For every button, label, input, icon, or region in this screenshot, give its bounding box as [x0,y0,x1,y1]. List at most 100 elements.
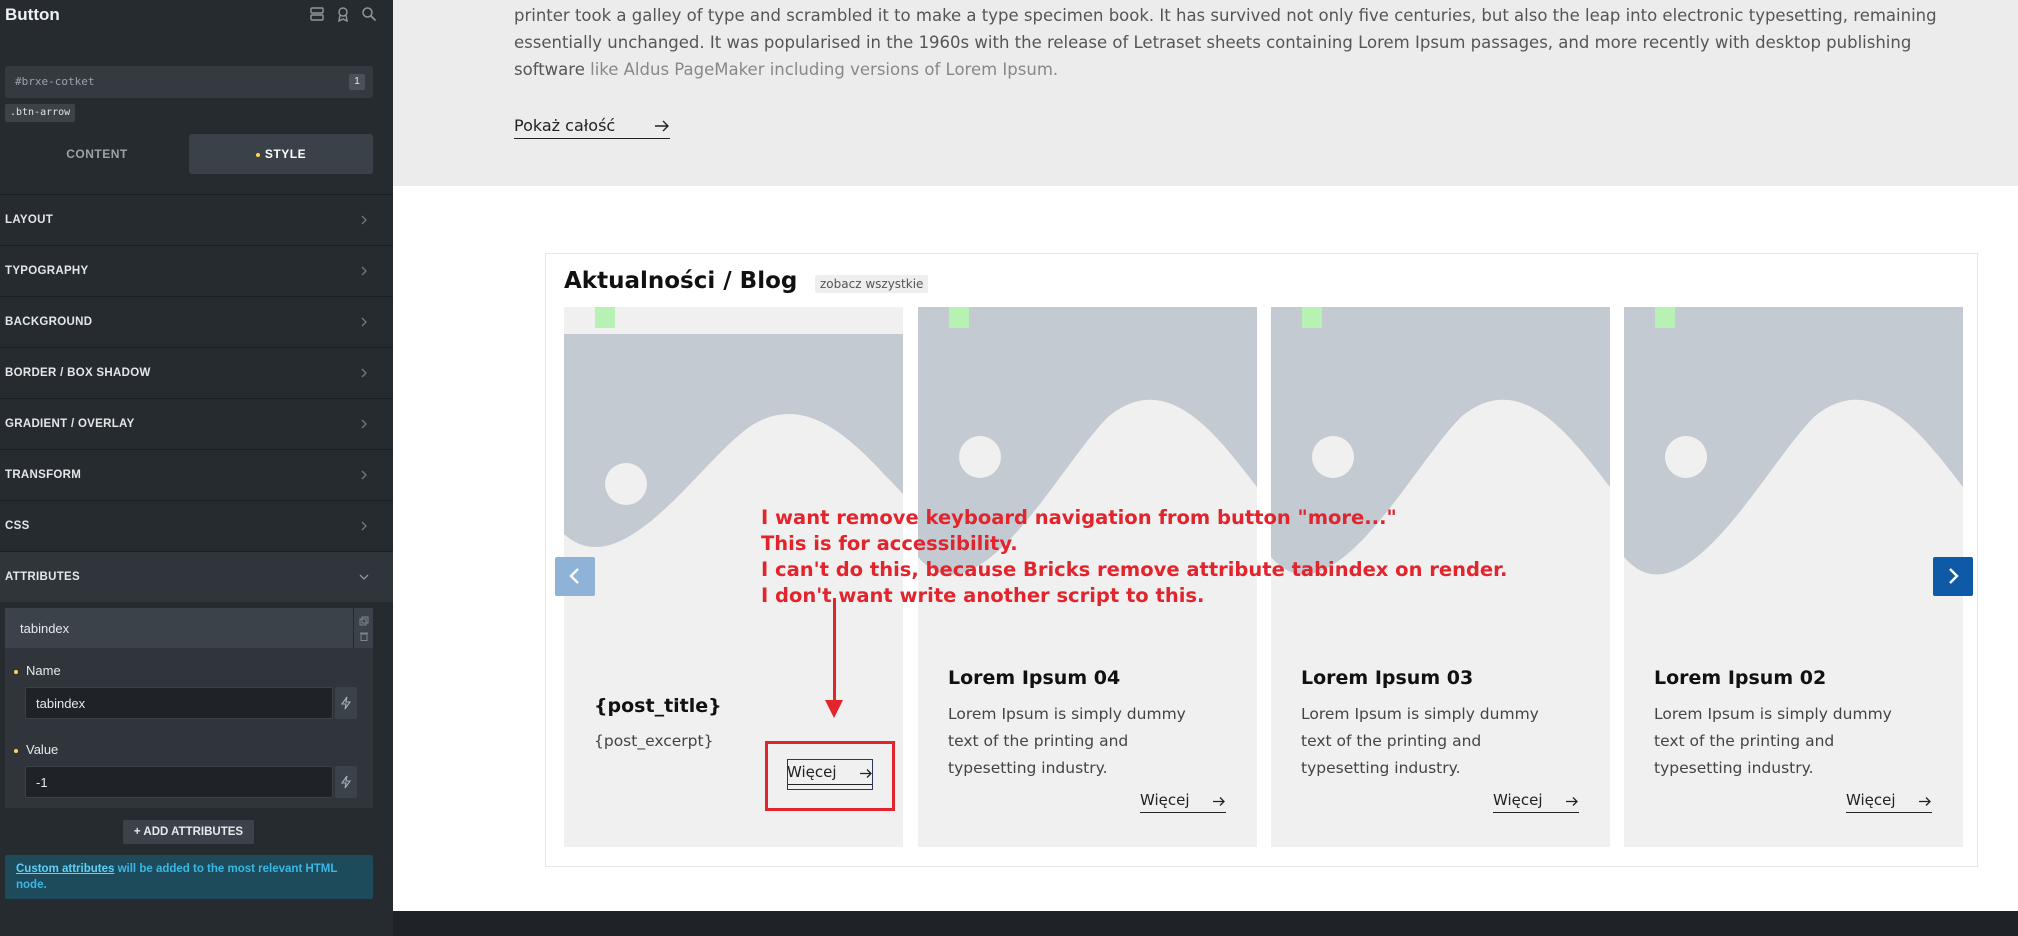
section-attributes[interactable]: ATTRIBUTES [0,551,393,602]
section-background[interactable]: BACKGROUND [0,296,393,347]
card-title: Lorem Ipsum 04 [948,667,1121,689]
annotation-text: I want remove keyboard navigation from b… [761,505,1507,609]
dynamic-data-icon [340,775,352,789]
css-selector-field[interactable]: #brxe-cotket 1 [5,66,373,98]
chevron-right-icon [1949,568,1959,584]
chevron-down-icon [359,574,369,580]
attribute-header-label: tabindex [20,621,70,636]
section-layout[interactable]: LAYOUT [0,194,393,245]
arrow-right-icon [1566,797,1578,806]
layers-icon[interactable] [309,6,325,22]
card-title: {post_title} [594,695,722,717]
name-label-text: Name [26,663,61,678]
annotation-line: This is for accessibility. [761,532,1018,555]
section-label: TYPOGRAPHY [5,265,89,277]
plus-icon: + [133,826,144,838]
search-icon[interactable] [361,6,377,22]
tab-content[interactable]: CONTENT [5,134,189,174]
value-label-text: Value [26,742,59,757]
annotation-arrow-line [833,598,836,706]
section-border-box-shadow[interactable]: BORDER / BOX SHADOW [0,347,393,398]
card-title: Lorem Ipsum 02 [1654,667,1827,689]
custom-attributes-link[interactable]: Custom attributes [16,863,114,875]
section-label: ATTRIBUTES [5,571,80,583]
card-excerpt: Lorem Ipsum is simply dummy text of the … [1301,705,1539,777]
hero-section: printer took a galley of type and scramb… [393,0,2018,186]
more-button[interactable]: Więcej [1846,791,1932,813]
slider-prev-button[interactable] [555,557,595,596]
page-canvas: printer took a galley of type and scramb… [393,0,2018,936]
panel-header: Button [0,0,393,32]
card-excerpt: Lorem Ipsum is simply dummy text of the … [1654,705,1892,777]
section-label: LAYOUT [5,214,54,226]
section-typography[interactable]: TYPOGRAPHY [0,245,393,296]
chevron-right-icon [361,368,367,378]
active-dot [255,152,260,157]
chevron-right-icon [361,521,367,531]
copy-icon[interactable] [359,613,369,626]
chevron-right-icon [361,317,367,327]
dynamic-data-button[interactable] [335,687,357,719]
attribute-item: tabindex Name Value [5,608,373,808]
post-card: Lorem Ipsum 02 Lorem Ipsum is simply dum… [1624,307,1963,847]
blog-title: Aktualności / Blog [564,268,798,294]
section-transform[interactable]: TRANSFORM [0,449,393,500]
annotation-line: I want remove keyboard navigation from b… [761,506,1397,529]
section-label: BORDER / BOX SHADOW [5,367,151,379]
section-label: BACKGROUND [5,316,93,328]
chevron-right-icon [361,470,367,480]
attribute-value-input[interactable] [25,766,333,798]
card-title: Lorem Ipsum 03 [1301,667,1474,689]
annotation-line: I can't do this, because Bricks remove a… [761,558,1508,581]
dynamic-data-button[interactable] [335,766,357,798]
attribute-header[interactable]: tabindex [5,608,353,648]
more-label: Więcej [1493,791,1543,809]
section-label: GRADIENT / OVERLAY [5,418,135,430]
add-attributes-button[interactable]: + ADD ATTRIBUTES [123,820,254,844]
class-chip[interactable]: .btn-arrow [5,104,76,122]
section-label: CSS [5,520,30,532]
chevron-right-icon [361,419,367,429]
chevron-right-icon [361,215,367,225]
selector-id: #brxe-cotket [15,75,95,88]
trash-icon[interactable] [359,628,369,641]
more-label: Więcej [1846,791,1896,809]
section-gradient-overlay[interactable]: GRADIENT / OVERLAY [0,398,393,449]
panel-tabs: CONTENT STYLE [5,134,373,174]
dynamic-data-icon [340,696,352,710]
hero-text-2: like Aldus PageMaker including versions … [590,60,1059,79]
attribute-name-input[interactable] [25,687,333,719]
card-badge [595,307,615,328]
image-placeholder-icon [1624,307,1963,643]
tab-style[interactable]: STYLE [189,134,373,174]
badge-icon[interactable] [335,6,351,23]
more-label: Więcej [1140,791,1190,809]
hero-paragraph: printer took a galley of type and scramb… [514,2,1954,83]
more-button[interactable]: Więcej [1140,791,1226,813]
more-button[interactable]: Więcej [1493,791,1579,813]
section-label: TRANSFORM [5,469,82,481]
show-more-label: Pokaż całość [514,116,616,135]
tab-style-label: STYLE [264,147,307,161]
panel-header-icons [309,6,377,23]
info-box: Custom attributes will be added to the m… [5,855,373,899]
card-badge [1655,307,1675,328]
annotation-arrow-head [825,700,843,718]
panel-title: Button [5,5,60,24]
builder-panel: Button #brxe-cotket 1 .btn-arrow CONTENT… [0,0,393,936]
show-more-link[interactable]: Pokaż całość [514,116,670,139]
slider-next-button[interactable] [1933,557,1973,596]
add-attributes-label: ADD ATTRIBUTES [143,826,244,838]
attribute-actions [353,608,373,648]
arrow-right-icon [655,120,669,132]
annotation-line: I don't want write another script to thi… [761,584,1205,607]
focus-outline [787,759,873,790]
see-all-link[interactable]: zobacz wszystkie [815,275,929,293]
value-field-label: Value [14,742,58,757]
section-css[interactable]: CSS [0,500,393,551]
hero-fade [514,100,1954,114]
card-badge [949,307,969,328]
selector-count-badge: 1 [349,74,365,90]
card-excerpt: Lorem Ipsum is simply dummy text of the … [948,705,1186,777]
card-badge [1302,307,1322,328]
